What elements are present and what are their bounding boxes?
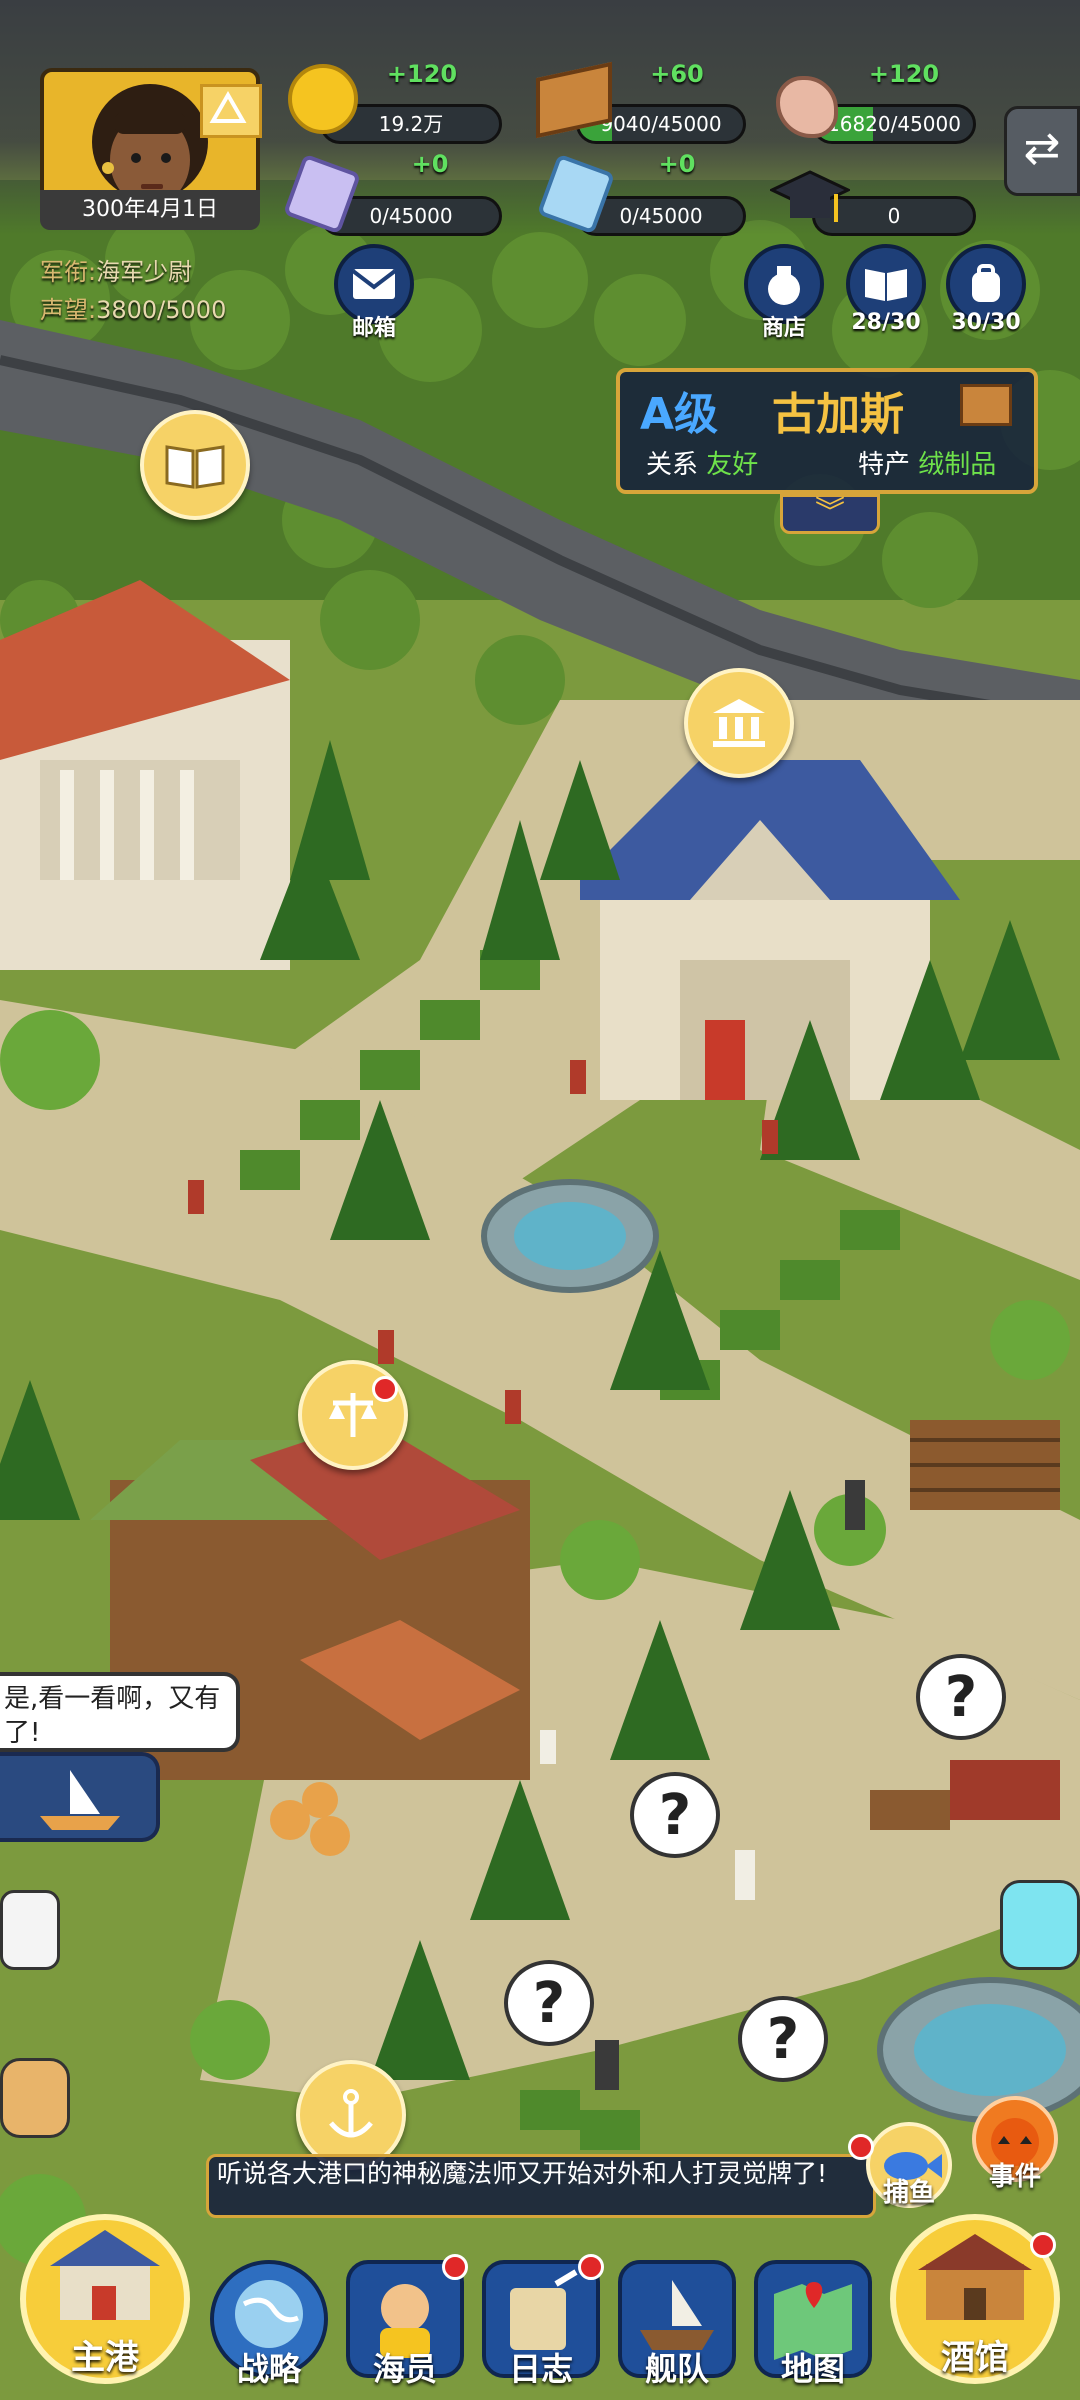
anchor-icon — [329, 2089, 373, 2138]
product-line: 特产 绒制品 — [858, 444, 996, 481]
graduation-cap-icon — [768, 166, 852, 236]
fishing-label: 捕鱼 — [882, 2178, 935, 2208]
fame-line: 声望:3800/5000 — [40, 290, 226, 325]
purple-crystal-increment: +0 — [411, 150, 449, 178]
rank-value: 海军少尉 — [96, 258, 193, 286]
nav-strategy-label: 战略 — [236, 2350, 301, 2388]
fishing-alert-dot — [848, 2134, 874, 2160]
relation-line: 关系 友好 — [646, 444, 758, 481]
quest-bubble[interactable]: ? — [738, 1996, 828, 2082]
blue-crystal-increment: +0 — [658, 150, 696, 178]
npc-chat-bubble[interactable]: 是,看一看啊，又有 了! — [0, 1672, 240, 1752]
market-alert-dot — [372, 1376, 398, 1402]
backpack-icon — [972, 264, 1000, 302]
nav-crew-label: 海员 — [372, 2350, 437, 2388]
product-label: 特产 — [858, 450, 911, 480]
robot-mascot-icon[interactable] — [0, 1890, 60, 1970]
relation-label: 关系 — [646, 450, 699, 480]
stone-value: 16820/45000 — [827, 112, 961, 136]
tavern-building-icon — [918, 2234, 1032, 2320]
tavern-alert-dot — [1030, 2232, 1056, 2258]
event-label: 事件 — [988, 2162, 1041, 2192]
quest-bubble[interactable]: ? — [916, 1654, 1006, 1740]
gold-value: 19.2万 — [378, 112, 444, 136]
rank-line: 军衔:海军少尉 — [40, 252, 192, 287]
book-count: 28/30 — [851, 310, 921, 335]
nav-log-label: 日志 — [508, 2350, 573, 2388]
nav-map-label: 地图 — [780, 2350, 845, 2388]
ship-chat-button[interactable] — [0, 1752, 160, 1842]
envelope-icon — [351, 269, 397, 299]
scholar-value: 0 — [887, 204, 901, 228]
fame-value: 3800/5000 — [96, 296, 227, 324]
relation-value: 友好 — [706, 450, 759, 480]
quest-bubble[interactable]: ? — [504, 1960, 594, 2046]
gold-increment: +120 — [386, 60, 458, 88]
government-building-icon — [713, 699, 765, 747]
gold-coin-icon — [288, 64, 358, 134]
sailboat-icon — [40, 1770, 120, 1830]
fame-label: 声望: — [40, 296, 97, 324]
purple-crystal-value: 0/45000 — [369, 204, 453, 228]
nav-home-label: 主港 — [71, 2338, 139, 2378]
scales-icon — [329, 1393, 377, 1437]
open-book-icon — [165, 445, 225, 489]
game-date: 300年4月1日 — [40, 190, 260, 230]
wood-value: 9040/45000 — [600, 112, 722, 136]
blue-crystal-value: 0/45000 — [619, 204, 703, 228]
chat-line-2: 了! — [4, 1718, 41, 1748]
nav-tavern-label: 酒馆 — [941, 2338, 1009, 2378]
nav-fleet-label: 舰队 — [644, 2350, 709, 2388]
rank-insignia-icon — [200, 84, 262, 138]
chat-line-1: 是,看一看啊，又有 — [4, 1684, 221, 1714]
shop-label: 商店 — [761, 316, 806, 341]
crew-alert-dot — [442, 2254, 468, 2280]
product-value: 绒制品 — [918, 450, 997, 480]
bag-count: 30/30 — [951, 310, 1021, 335]
news-ticker[interactable]: 听说各大港口的神秘魔法师又开始对外和人打灵觉牌了! — [206, 2154, 876, 2218]
expand-panel-button[interactable]: ︾ — [780, 494, 880, 534]
location-panel[interactable]: A级 古加斯 关系 友好 特产 绒制品 — [616, 368, 1038, 494]
location-name: 古加斯 — [772, 389, 904, 440]
chevron-down-icon: ︾ — [815, 495, 845, 530]
money-bag-icon — [768, 266, 800, 305]
swap-arrows-icon: ⇄ — [1023, 123, 1061, 174]
mail-label: 邮箱 — [351, 316, 396, 341]
wool-product-icon — [960, 384, 1012, 426]
location-grade: A级 — [640, 389, 719, 440]
market-pin[interactable] — [298, 1360, 408, 1470]
shiba-mascot-icon[interactable] — [0, 2058, 70, 2138]
wood-increment: +60 — [650, 60, 704, 88]
book-icon — [865, 269, 907, 301]
swap-toggle-button[interactable]: ⇄ — [1004, 106, 1080, 196]
library-pin[interactable] — [140, 410, 250, 520]
town-hall-pin[interactable] — [684, 668, 794, 778]
quest-bubble[interactable]: ? — [630, 1772, 720, 1858]
log-alert-dot — [578, 2254, 604, 2280]
cat-mascot-icon[interactable] — [1000, 1880, 1080, 1970]
stone-increment: +120 — [868, 60, 940, 88]
rank-label: 军衔: — [40, 258, 97, 286]
port-building-icon — [50, 2230, 160, 2320]
